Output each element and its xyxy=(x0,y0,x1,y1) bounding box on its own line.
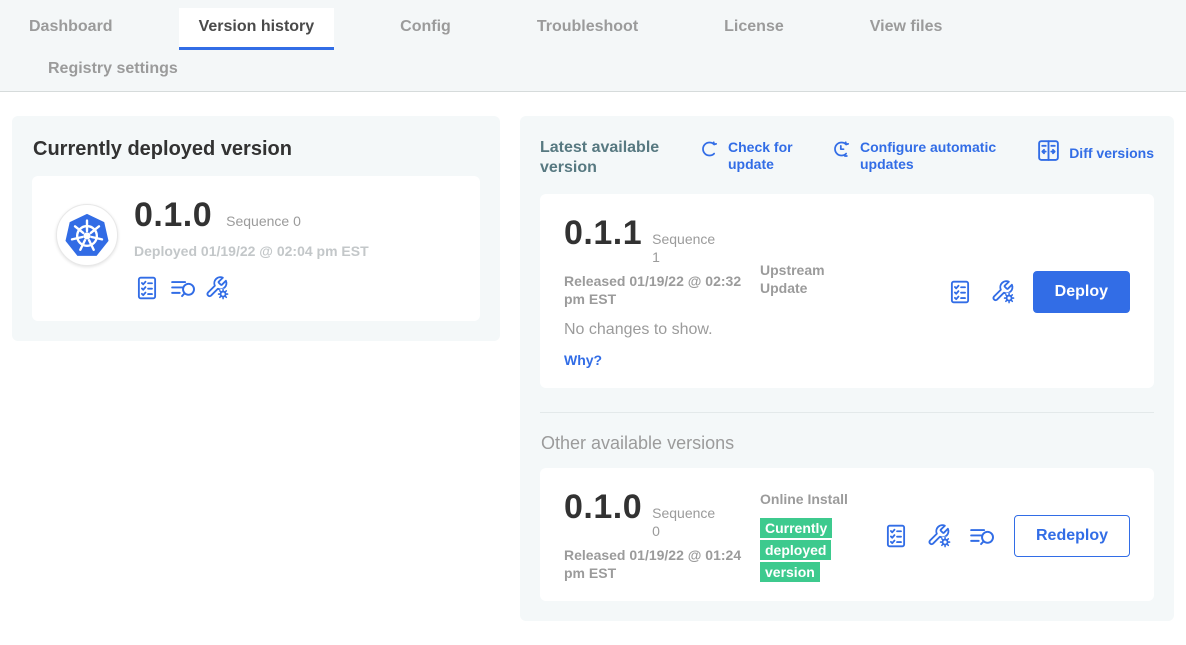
tab-version-history[interactable]: Version history xyxy=(179,8,335,50)
check-for-update-link[interactable]: Check for update xyxy=(698,138,816,173)
latest-version-actions: Deploy xyxy=(947,271,1130,313)
main-content: Currently deployed version 0.1.0 Sequenc… xyxy=(0,92,1186,645)
deployed-version-details: 0.1.0 Sequence 0 Deployed 01/19/22 @ 02:… xyxy=(134,196,369,301)
redeploy-button[interactable]: Redeploy xyxy=(1014,515,1130,557)
section-divider xyxy=(540,412,1154,413)
edit-config-icon[interactable] xyxy=(926,523,952,549)
other-version-card: 0.1.0 Sequence 0 Released 01/19/22 @ 01:… xyxy=(540,468,1154,601)
other-released-timestamp: Released 01/19/22 @ 01:24 pm EST xyxy=(564,547,742,582)
currently-deployed-title: Currently deployed version xyxy=(33,138,480,161)
other-version-actions: Redeploy xyxy=(883,515,1130,557)
latest-version-card: 0.1.1 Sequence 1 Released 01/19/22 @ 02:… xyxy=(540,194,1154,388)
other-available-versions-heading: Other available versions xyxy=(541,433,1154,454)
preflight-checks-icon[interactable] xyxy=(883,523,909,549)
other-version-info: 0.1.0 Sequence 0 Released 01/19/22 @ 01:… xyxy=(564,488,760,583)
why-link[interactable]: Why? xyxy=(564,352,602,368)
nav-row-1: Dashboard Version history Config Trouble… xyxy=(0,8,1186,50)
deployed-version-number: 0.1.0 xyxy=(134,196,212,235)
no-changes-text: No changes to show. xyxy=(564,321,760,339)
nav-row-2: Registry settings xyxy=(0,50,1186,91)
tab-troubleshoot[interactable]: Troubleshoot xyxy=(517,8,658,50)
other-version-number: 0.1.0 xyxy=(564,488,642,527)
online-install-label: Online Install xyxy=(760,490,852,508)
edit-config-icon[interactable] xyxy=(204,275,230,301)
deployed-sequence-label: Sequence 0 xyxy=(226,213,301,229)
deploy-logs-icon[interactable] xyxy=(969,523,997,549)
latest-version-info: 0.1.1 Sequence 1 Released 01/19/22 @ 02:… xyxy=(564,214,760,370)
tab-license[interactable]: License xyxy=(704,8,804,50)
preflight-checks-icon[interactable] xyxy=(947,279,973,305)
diff-versions-link[interactable]: Diff versions xyxy=(1036,138,1154,167)
refresh-icon xyxy=(698,138,720,164)
preflight-checks-icon[interactable] xyxy=(134,275,160,301)
available-versions-panel: Latest available version Check for updat… xyxy=(520,116,1174,621)
upstream-update-label: Upstream Update xyxy=(760,261,852,297)
tab-registry-settings[interactable]: Registry settings xyxy=(28,50,198,89)
configure-automatic-updates-link[interactable]: Configure automatic updates xyxy=(830,138,1020,173)
latest-available-title: Latest available version xyxy=(540,138,680,178)
currently-deployed-badge: Currently deployed version xyxy=(760,518,832,581)
schedule-update-icon xyxy=(830,138,852,164)
top-navigation: Dashboard Version history Config Trouble… xyxy=(0,0,1186,92)
latest-sequence-label: Sequence 1 xyxy=(652,231,724,266)
deploy-logs-icon[interactable] xyxy=(170,275,198,301)
deployed-version-card: 0.1.0 Sequence 0 Deployed 01/19/22 @ 02:… xyxy=(32,176,480,321)
kubernetes-logo-icon xyxy=(56,204,118,266)
latest-released-timestamp: Released 01/19/22 @ 02:32 pm EST xyxy=(564,273,742,308)
latest-version-source: Upstream Update xyxy=(760,214,947,370)
tab-view-files[interactable]: View files xyxy=(850,8,963,50)
tab-config[interactable]: Config xyxy=(380,8,471,50)
deploy-button[interactable]: Deploy xyxy=(1033,271,1130,313)
available-versions-header: Latest available version Check for updat… xyxy=(540,138,1154,178)
tab-dashboard[interactable]: Dashboard xyxy=(9,8,133,50)
latest-version-number: 0.1.1 xyxy=(564,214,642,253)
deployed-timestamp: Deployed 01/19/22 @ 02:04 pm EST xyxy=(134,243,369,259)
edit-config-icon[interactable] xyxy=(990,279,1016,305)
other-version-source: Online Install Currently deployed versio… xyxy=(760,488,883,583)
diff-icon xyxy=(1036,138,1061,167)
currently-deployed-panel: Currently deployed version 0.1.0 Sequenc… xyxy=(12,116,500,341)
other-sequence-label: Sequence 0 xyxy=(652,505,724,540)
